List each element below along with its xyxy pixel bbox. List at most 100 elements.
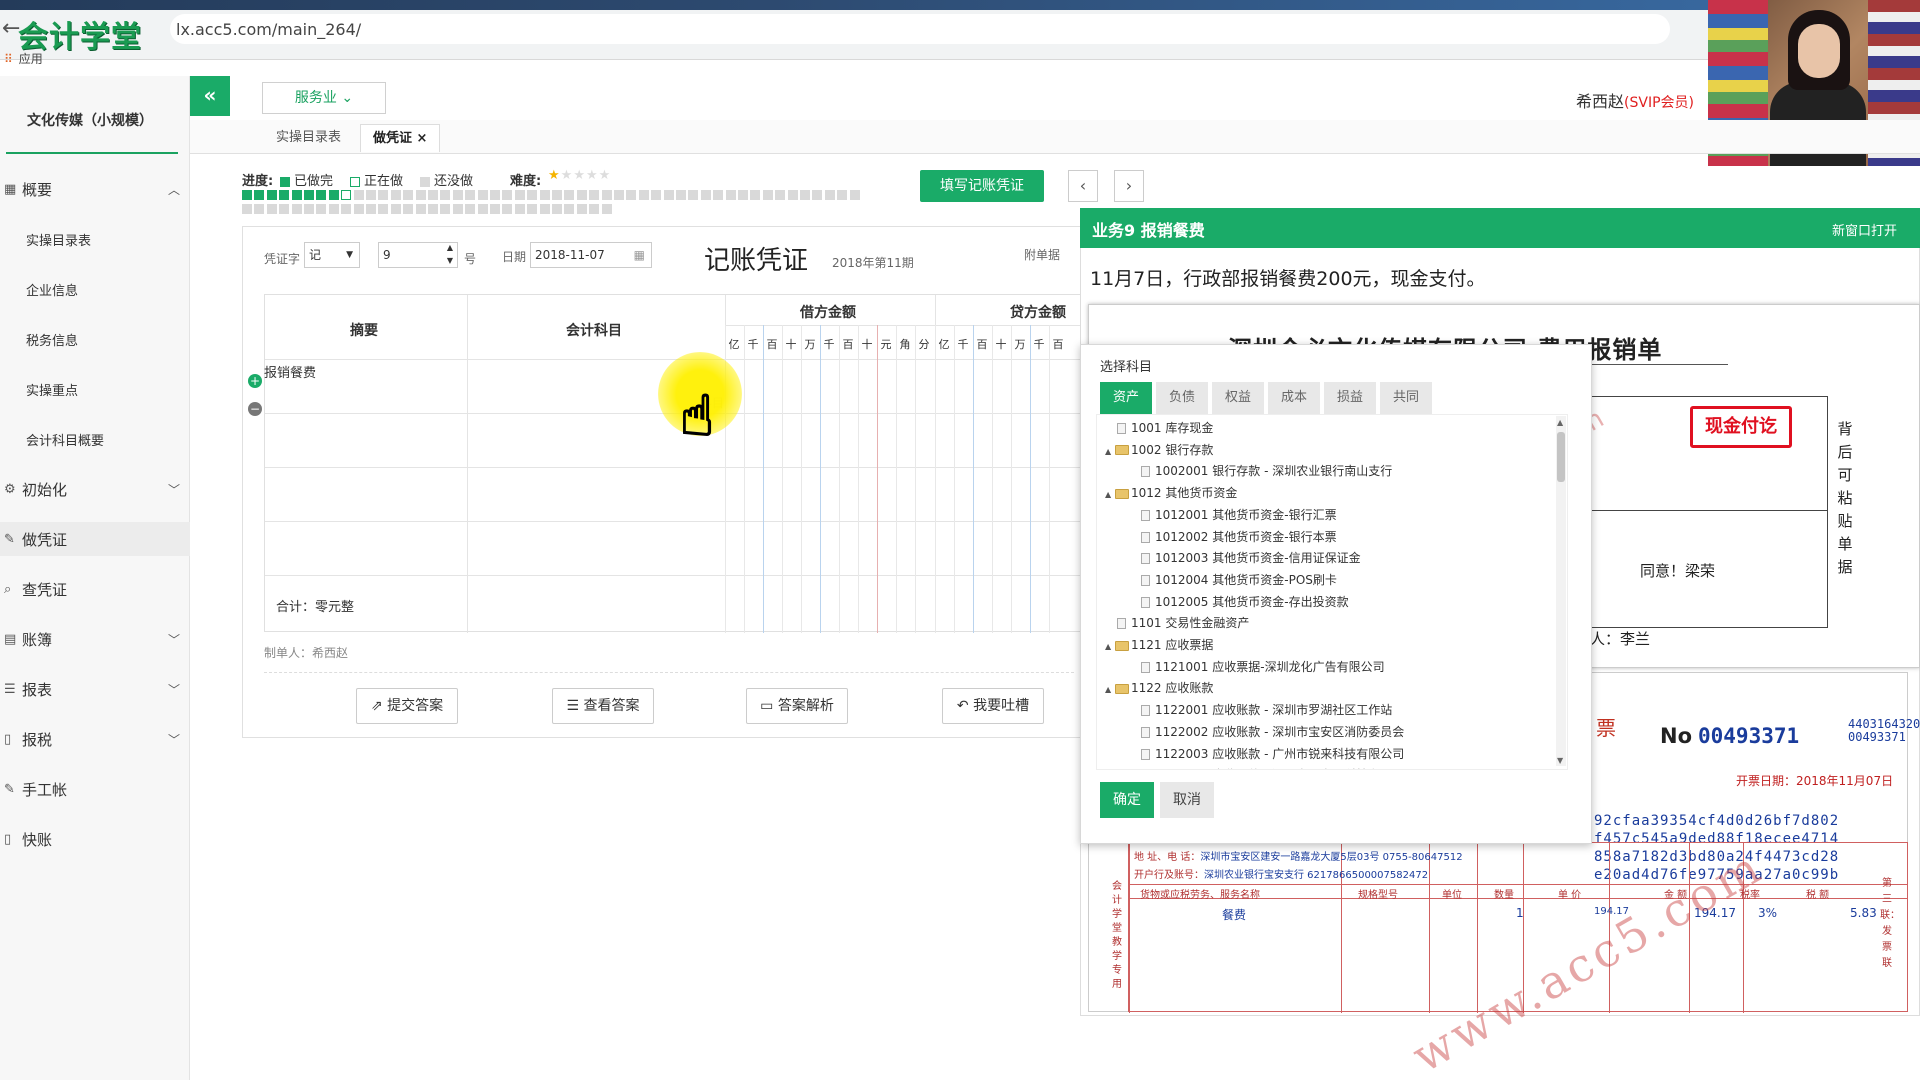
- progress-cell[interactable]: [279, 190, 290, 200]
- progress-cell[interactable]: [390, 190, 401, 200]
- progress-cell[interactable]: [254, 204, 265, 214]
- sidebar-item-make-voucher[interactable]: ✎ 做凭证: [0, 522, 190, 556]
- apps-shortcut[interactable]: ⠿ 应用: [4, 50, 43, 67]
- sidebar-item-quick-book[interactable]: ▯ 快账: [0, 822, 190, 856]
- calendar-icon[interactable]: ▦: [634, 243, 645, 267]
- progress-cell[interactable]: [403, 204, 414, 214]
- sidebar-item-account-overview[interactable]: 会计科目概要: [26, 430, 104, 449]
- progress-cell[interactable]: [341, 190, 352, 200]
- progress-cell[interactable]: [316, 190, 327, 200]
- tab-assets[interactable]: 资产: [1100, 382, 1152, 414]
- progress-cell[interactable]: [428, 204, 438, 214]
- address-bar[interactable]: [170, 14, 1670, 44]
- view-answer-button[interactable]: ☰ 查看答案: [552, 688, 654, 724]
- confirm-button[interactable]: 确定: [1100, 782, 1154, 818]
- progress-cell[interactable]: [502, 204, 513, 214]
- progress-cell[interactable]: [837, 190, 848, 200]
- progress-cell[interactable]: [465, 190, 476, 200]
- progress-cell[interactable]: [328, 204, 339, 214]
- progress-cell[interactable]: [762, 190, 773, 200]
- progress-cell[interactable]: [626, 190, 637, 200]
- tree-folder-node[interactable]: ▲ 1002 银行存款: [1105, 441, 1213, 458]
- tree-file-node[interactable]: 1012002 其他货币资金-银行本票: [1141, 528, 1337, 545]
- tree-file-node[interactable]: 1122002 应收账款 - 深圳市宝安区消防委员会: [1141, 723, 1404, 740]
- progress-cell[interactable]: [477, 190, 488, 200]
- progress-cell[interactable]: [589, 190, 600, 200]
- progress-cell[interactable]: [812, 190, 823, 200]
- sidebar-item-reports[interactable]: ☰ 报表 ﹀: [0, 672, 190, 706]
- progress-cell[interactable]: [266, 190, 277, 200]
- tree-folder-node[interactable]: ▲ 1121 应收票据: [1105, 636, 1213, 653]
- progress-cell[interactable]: [725, 190, 736, 200]
- progress-cell[interactable]: [700, 190, 711, 200]
- progress-cell[interactable]: [465, 204, 476, 214]
- progress-cell[interactable]: [775, 190, 786, 200]
- progress-cell[interactable]: [266, 204, 277, 214]
- close-icon[interactable]: ×: [417, 131, 428, 146]
- progress-cell[interactable]: [527, 204, 538, 214]
- date-input[interactable]: 2018-11-07 ▦: [530, 242, 652, 268]
- progress-cell[interactable]: [304, 204, 314, 214]
- tab-common[interactable]: 共同: [1380, 382, 1432, 414]
- expand-toggle-icon[interactable]: ▲: [1105, 490, 1115, 499]
- answer-analysis-button[interactable]: ▭ 答案解析: [746, 688, 848, 724]
- progress-cell[interactable]: [242, 204, 252, 214]
- progress-cell[interactable]: [452, 204, 463, 214]
- progress-cell[interactable]: [713, 190, 724, 200]
- tree-scroll-thumb[interactable]: [1557, 432, 1565, 482]
- tab-profit-loss[interactable]: 损益: [1324, 382, 1376, 414]
- progress-cell[interactable]: [824, 190, 835, 200]
- voucher-number-stepper[interactable]: 9 ▲ ▼: [378, 242, 458, 268]
- tab-cost[interactable]: 成本: [1268, 382, 1320, 414]
- sidebar-item-catalog[interactable]: 实操目录表: [26, 230, 91, 249]
- progress-cell[interactable]: [688, 190, 699, 200]
- progress-cell[interactable]: [415, 204, 426, 214]
- progress-cell[interactable]: [254, 190, 265, 200]
- tree-file-node[interactable]: 1012001 其他货币资金-银行汇票: [1141, 506, 1337, 523]
- add-row-icon[interactable]: +: [248, 374, 262, 388]
- sidebar-item-tax-info[interactable]: 税务信息: [26, 330, 78, 349]
- sidebar-item-company-info[interactable]: 企业信息: [26, 280, 78, 299]
- user-info[interactable]: 希西赵(SVIP会员): [1576, 88, 1694, 112]
- open-new-window-link[interactable]: 新窗口打开: [1832, 220, 1897, 239]
- expand-toggle-icon[interactable]: ▲: [1105, 642, 1115, 651]
- progress-cell[interactable]: [440, 204, 451, 214]
- sidebar-collapse-button[interactable]: «: [190, 76, 230, 116]
- progress-cell[interactable]: [589, 204, 600, 214]
- expand-toggle-icon[interactable]: ▲: [1105, 685, 1115, 694]
- row1-summary[interactable]: 报销餐费: [264, 362, 316, 381]
- progress-cell[interactable]: [849, 190, 860, 200]
- sidebar-item-search-voucher[interactable]: ⌕ 查凭证: [0, 572, 190, 606]
- tab-liabilities[interactable]: 负债: [1156, 382, 1208, 414]
- progress-cell[interactable]: [564, 204, 575, 214]
- progress-cell[interactable]: [378, 204, 389, 214]
- tree-folder-node[interactable]: ▲ 1012 其他货币资金: [1105, 484, 1237, 501]
- progress-cell[interactable]: [552, 190, 562, 200]
- progress-cell[interactable]: [316, 204, 327, 214]
- progress-cell[interactable]: [601, 190, 612, 200]
- tree-file-node[interactable]: 1012003 其他货币资金-信用证保证金: [1141, 549, 1361, 566]
- progress-cell[interactable]: [527, 190, 538, 200]
- sidebar-item-key-points[interactable]: 实操重点: [26, 380, 78, 399]
- industry-select[interactable]: 服务业 ⌄: [262, 82, 386, 114]
- progress-cell[interactable]: [477, 204, 488, 214]
- tree-folder-node[interactable]: ▲ 1122 应收账款: [1105, 679, 1213, 696]
- progress-cell[interactable]: [291, 190, 302, 200]
- progress-cell[interactable]: [366, 204, 376, 214]
- sidebar-item-tax-filing[interactable]: ▯ 报税 ﹀: [0, 722, 190, 756]
- progress-cell[interactable]: [366, 190, 376, 200]
- tree-file-node[interactable]: 1122003 应收账款 - 广州市锐来科技有限公司: [1141, 745, 1404, 762]
- feedback-button[interactable]: ↶ 我要吐槽: [942, 688, 1044, 724]
- progress-cell[interactable]: [279, 204, 290, 214]
- tree-file-node[interactable]: 1122001 应收账款 - 深圳市罗湖社区工作站: [1141, 701, 1392, 718]
- tree-file-node[interactable]: 1012005 其他货币资金-存出投资款: [1141, 593, 1349, 610]
- tree-file-node[interactable]: 1101 交易性金融资产: [1117, 614, 1249, 631]
- progress-cell[interactable]: [576, 190, 587, 200]
- progress-cell[interactable]: [539, 204, 550, 214]
- progress-cell[interactable]: [514, 190, 525, 200]
- progress-cell[interactable]: [651, 190, 662, 200]
- progress-cell[interactable]: [428, 190, 438, 200]
- next-task-button[interactable]: ›: [1114, 170, 1144, 202]
- progress-cell[interactable]: [750, 190, 761, 200]
- prev-task-button[interactable]: ‹: [1068, 170, 1098, 202]
